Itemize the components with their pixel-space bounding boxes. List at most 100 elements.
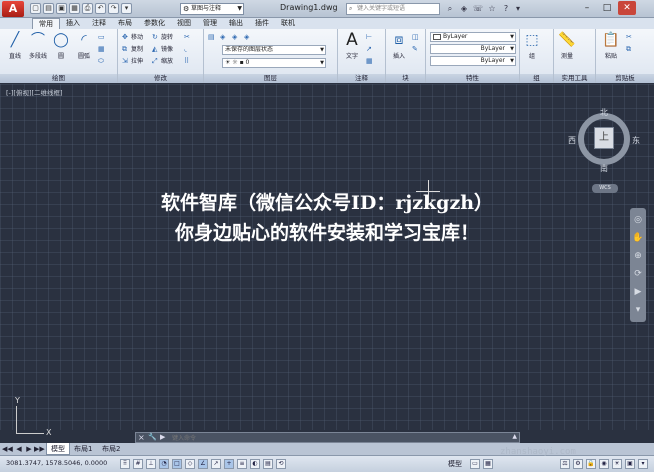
groups-panel-title[interactable]: 组 xyxy=(520,74,553,83)
undo-icon[interactable]: ↶ xyxy=(95,3,106,14)
rotate-button[interactable]: ↻ 旋转 xyxy=(152,32,173,42)
arc-button[interactable]: ◜ 圆弧 xyxy=(73,31,95,60)
minimize-button[interactable]: – xyxy=(578,1,596,15)
drawing-canvas[interactable]: [-][俯视][二维线框] 软件智库（微信公众号ID：rjzkgzh） 你身边贴… xyxy=(0,84,654,430)
tab-output[interactable]: 输出 xyxy=(223,18,249,29)
polyline-button[interactable]: ⌒ 多段线 xyxy=(27,31,49,60)
measure-button[interactable]: 📏 测量 xyxy=(556,31,578,60)
save-as-icon[interactable]: ▦ xyxy=(69,3,80,14)
chevron-down-icon[interactable]: ▾ xyxy=(512,3,524,15)
communication-center-icon[interactable]: ☏ xyxy=(472,3,484,15)
scale-button[interactable]: ⤢ 缩放 xyxy=(152,56,173,66)
annotation-scale-icon[interactable]: ⚖ xyxy=(560,459,570,469)
edit-block-icon[interactable]: ✎ xyxy=(412,44,421,54)
zoom-icon[interactable]: ⊕ xyxy=(632,250,644,262)
pan-icon[interactable]: ✋ xyxy=(632,232,644,244)
layer-tool-icon[interactable]: ◈ xyxy=(220,32,229,42)
layer-tool-icon[interactable]: ◈ xyxy=(232,32,241,42)
subscription-icon[interactable]: ◈ xyxy=(458,3,470,15)
open-file-icon[interactable]: ▤ xyxy=(43,3,54,14)
annotation-panel-title[interactable]: 注释 xyxy=(338,74,385,83)
insert-button[interactable]: ⧈ 插入 xyxy=(388,31,410,60)
move-button[interactable]: ✥ 移动 xyxy=(122,32,143,42)
tab-annotate[interactable]: 注释 xyxy=(86,18,112,29)
tab-parametric[interactable]: 参数化 xyxy=(138,18,171,29)
tab-layout[interactable]: 布局 xyxy=(112,18,138,29)
tab-manage[interactable]: 管理 xyxy=(197,18,223,29)
paste-button[interactable]: 📋 粘贴 xyxy=(600,31,622,60)
draw-panel-title[interactable]: 绘图 xyxy=(0,74,117,83)
prev-tab-icon[interactable]: ◀ xyxy=(14,444,24,454)
create-block-icon[interactable]: ◫ xyxy=(412,32,421,42)
save-icon[interactable]: ▣ xyxy=(56,3,67,14)
clipboard-panel-title[interactable]: 剪贴板 xyxy=(596,74,654,83)
viewcube-top-face[interactable]: 上 xyxy=(594,127,614,149)
tab-plugins[interactable]: 插件 xyxy=(249,18,275,29)
chevron-down-icon[interactable]: ▾ xyxy=(632,304,644,316)
layer-state-select[interactable]: 未保存的图层状态 ▼ xyxy=(222,45,326,55)
last-tab-icon[interactable]: ▶▶ xyxy=(34,444,45,454)
properties-panel-title[interactable]: 特性 xyxy=(426,74,519,83)
first-tab-icon[interactable]: ◀◀ xyxy=(2,444,13,454)
polar-icon[interactable]: ◔ xyxy=(159,459,169,469)
plot-icon[interactable]: ▾ xyxy=(121,3,132,14)
workspace-switch-icon[interactable]: ⚙ xyxy=(573,459,583,469)
layer-select[interactable]: ☀ ☼ ▪ 0 ▼ xyxy=(222,58,326,68)
help-icon[interactable]: ? xyxy=(500,3,512,15)
copy-icon[interactable]: ⧉ xyxy=(626,44,635,54)
tab-layout1[interactable]: 布局1 xyxy=(70,443,96,455)
viewport-controls[interactable]: [-][俯视][二维线框] xyxy=(6,87,63,97)
compass-west[interactable]: 西 xyxy=(568,135,576,146)
leader-icon[interactable]: ↗ xyxy=(366,44,375,54)
tab-online[interactable]: 联机 xyxy=(275,18,301,29)
layer-properties-icon[interactable]: ▤ xyxy=(208,32,217,42)
dimension-icon[interactable]: ⊢ xyxy=(366,32,375,42)
ellipse-icon[interactable]: ⬭ xyxy=(98,56,107,66)
line-button[interactable]: ╱ 直线 xyxy=(4,31,26,60)
tab-layout2[interactable]: 布局2 xyxy=(98,443,124,455)
quick-view-layouts-icon[interactable]: ▭ xyxy=(470,459,480,469)
color-select[interactable]: ByLayer ▼ xyxy=(430,32,516,42)
close-icon[interactable]: × xyxy=(138,433,145,442)
tab-model[interactable]: 模型 xyxy=(46,443,70,455)
grid-icon[interactable]: # xyxy=(133,459,143,469)
linetype-select[interactable]: ByLayer ▼ xyxy=(430,44,516,54)
otrack-icon[interactable]: ∠ xyxy=(198,459,208,469)
workspace-select[interactable]: ⚙ 草图与注释 ▼ xyxy=(180,3,244,15)
array-icon[interactable]: ⠿ xyxy=(184,56,193,66)
lock-icon[interactable]: 🔒 xyxy=(586,459,596,469)
modify-panel-title[interactable]: 修改 xyxy=(118,74,203,83)
maximize-button[interactable]: □ xyxy=(598,1,616,15)
lineweight-select[interactable]: ByLayer ▼ xyxy=(430,56,516,66)
model-space-button[interactable]: 模型 xyxy=(448,459,462,469)
circle-button[interactable]: ◯ 圆 xyxy=(50,31,72,60)
redo-icon[interactable]: ↷ xyxy=(108,3,119,14)
group-button[interactable]: ⬚ 组 xyxy=(521,31,543,60)
wcs-menu-button[interactable]: WCS xyxy=(592,184,618,193)
compass-east[interactable]: 东 xyxy=(632,135,640,146)
snap-icon[interactable]: ⠿ xyxy=(120,459,130,469)
mirror-button[interactable]: ◭ 镜像 xyxy=(152,44,173,54)
utilities-panel-title[interactable]: 实用工具 xyxy=(554,74,595,83)
block-panel-title[interactable]: 块 xyxy=(386,74,425,83)
compass-south[interactable]: 南 xyxy=(600,163,608,174)
layer-tool-icon[interactable]: ◈ xyxy=(244,32,253,42)
chevron-down-icon[interactable]: ▾ xyxy=(638,459,648,469)
quick-properties-icon[interactable]: ▤ xyxy=(263,459,273,469)
close-button[interactable]: ✕ xyxy=(618,1,636,15)
customize-icon[interactable]: 🔧 xyxy=(148,433,157,441)
hardware-acceleration-icon[interactable]: ◉ xyxy=(599,459,609,469)
fillet-icon[interactable]: ◟ xyxy=(184,44,193,54)
orbit-icon[interactable]: ⟳ xyxy=(632,268,644,280)
ducs-icon[interactable]: ↗ xyxy=(211,459,221,469)
favorites-icon[interactable]: ☆ xyxy=(486,3,498,15)
compass-north[interactable]: 北 xyxy=(600,107,608,118)
showmotion-icon[interactable]: ▶ xyxy=(632,286,644,298)
rectangle-icon[interactable]: ▭ xyxy=(98,32,107,42)
quick-view-drawings-icon[interactable]: ▦ xyxy=(483,459,493,469)
dyn-icon[interactable]: + xyxy=(224,459,234,469)
text-button[interactable]: A 文字 xyxy=(341,31,363,60)
layers-panel-title[interactable]: 图层 xyxy=(204,74,337,83)
chevron-up-icon[interactable]: ▲ xyxy=(512,433,517,440)
cut-icon[interactable]: ✂ xyxy=(626,32,635,42)
